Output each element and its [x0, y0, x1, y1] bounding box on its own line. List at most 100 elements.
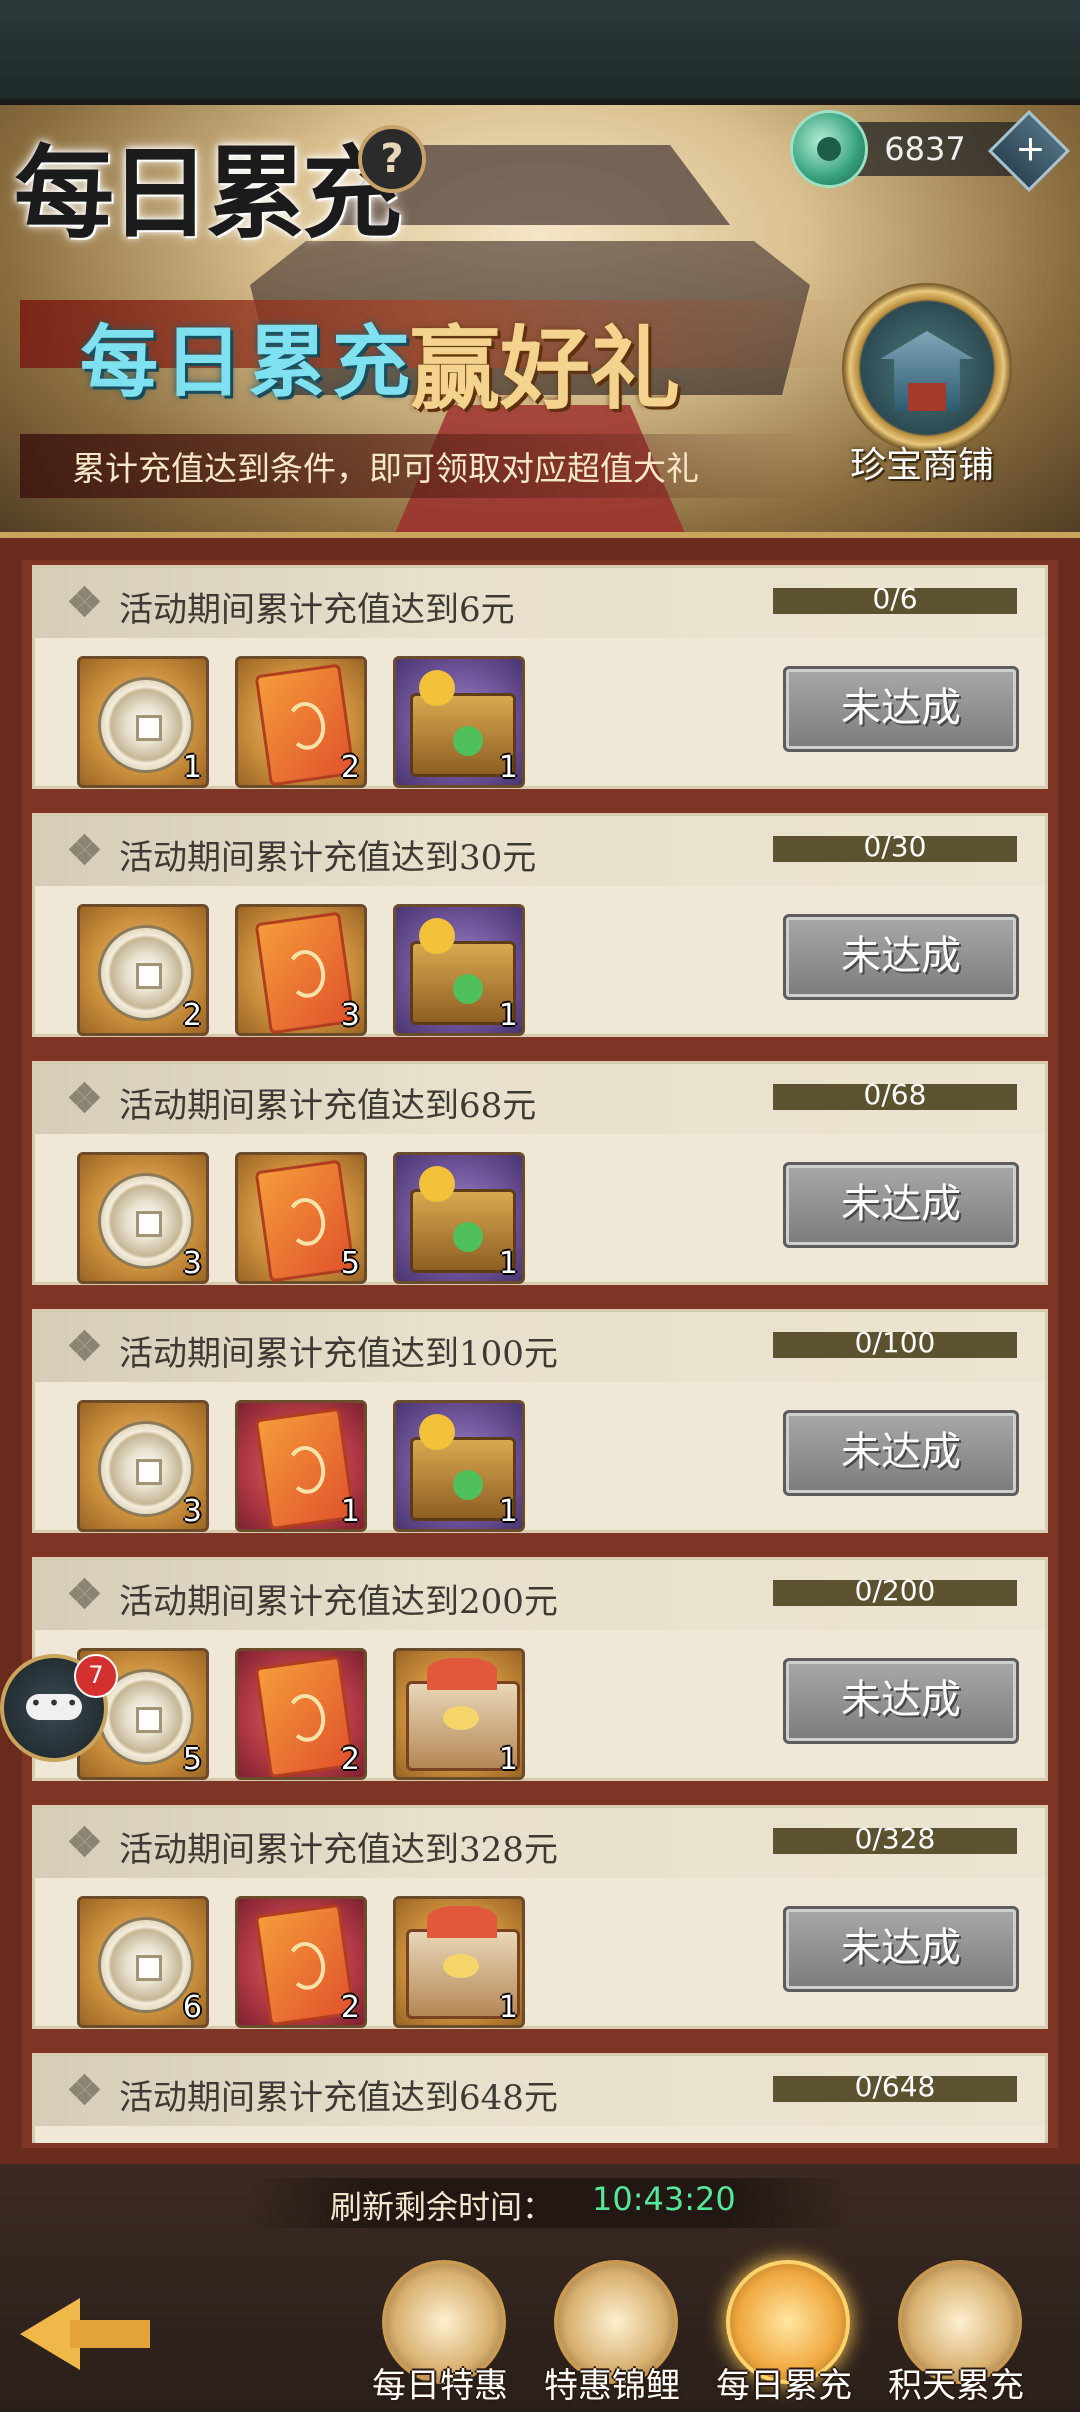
- reward-tier-card: 活动期间累计充值达到200元 0/200 5 2 1 未达成: [32, 1557, 1048, 1781]
- copper-coin-icon: [98, 1173, 194, 1269]
- tab-daily-recharge[interactable]: 每日累充: [704, 2250, 864, 2410]
- tab-label: 每日累充: [716, 2366, 852, 2406]
- reward-item[interactable]: 1: [235, 1400, 367, 1532]
- reward-tier-card: 活动期间累计充值达到648元 0/648: [32, 2053, 1048, 2143]
- claim-button[interactable]: 未达成: [783, 1410, 1019, 1496]
- progress-bar: 0/100: [773, 1326, 1017, 1359]
- reward-count: 2: [340, 1742, 360, 1777]
- refresh-timer-label: 刷新剩余时间：: [330, 2188, 555, 2226]
- diamond-ornament-icon: [68, 585, 101, 618]
- reward-tier-card: 活动期间累计充值达到6元 0/6 1 2 1 未达成: [32, 565, 1048, 789]
- diamond-ornament-icon: [68, 1081, 101, 1114]
- progress-text: 0/6: [872, 582, 918, 615]
- reward-count: 2: [182, 998, 202, 1033]
- progress-text: 0/200: [854, 1574, 936, 1607]
- reward-item[interactable]: 1: [393, 1648, 525, 1780]
- reward-count: 3: [182, 1494, 202, 1529]
- reward-item[interactable]: 6: [77, 1896, 209, 2028]
- progress-bar: 0/6: [773, 582, 1017, 615]
- top-status-area: [0, 0, 1080, 105]
- reward-count: 1: [498, 1246, 518, 1281]
- reward-item[interactable]: 1: [393, 904, 525, 1036]
- jade-coin-icon: [790, 110, 868, 188]
- reward-count: 1: [498, 998, 518, 1033]
- reward-item[interactable]: 2: [235, 656, 367, 788]
- plus-icon: +: [1015, 128, 1046, 170]
- copper-coin-icon: [98, 677, 194, 773]
- tier-title: 活动期间累计充值达到6元: [119, 590, 515, 630]
- reward-item[interactable]: 1: [393, 1400, 525, 1532]
- reward-item[interactable]: 3: [77, 1152, 209, 1284]
- tier-title: 活动期间累计充值达到648元: [119, 2078, 558, 2118]
- tier-title: 活动期间累计充值达到30元: [119, 838, 537, 878]
- reward-item[interactable]: 1: [393, 1896, 525, 2028]
- reward-item[interactable]: 5: [235, 1152, 367, 1284]
- reward-count: 1: [182, 750, 202, 785]
- reward-tier-card: 活动期间累计充值达到68元 0/68 3 5 1 未达成: [32, 1061, 1048, 1285]
- claim-button-label: 未达成: [841, 1925, 961, 1971]
- reward-count: 1: [498, 1494, 518, 1529]
- back-arrow-shaft: [70, 2320, 150, 2348]
- reward-item[interactable]: 2: [235, 1648, 367, 1780]
- progress-bar: 0/648: [773, 2070, 1017, 2103]
- progress-text: 0/68: [863, 1078, 927, 1111]
- reward-count: 5: [340, 1246, 360, 1281]
- headline-text: 每日累充: [80, 317, 417, 408]
- reward-item[interactable]: 2: [77, 904, 209, 1036]
- claim-button[interactable]: 未达成: [783, 1906, 1019, 1992]
- copper-coin-icon: [98, 1421, 194, 1517]
- tier-title: 活动期间累计充值达到100元: [119, 1334, 558, 1374]
- reward-count: 1: [498, 1990, 518, 2025]
- help-button[interactable]: ?: [358, 125, 426, 193]
- treasure-shop-label[interactable]: 珍宝商铺: [850, 436, 994, 488]
- reward-item[interactable]: 1: [393, 656, 525, 788]
- progress-text: 0/328: [854, 1822, 936, 1855]
- claim-button[interactable]: 未达成: [783, 1658, 1019, 1744]
- currency-amount: 6837: [884, 130, 966, 168]
- progress-bar: 0/328: [773, 1822, 1017, 1855]
- chat-bubble-icon: [26, 1691, 82, 1720]
- diamond-ornament-icon: [68, 1577, 101, 1610]
- claim-button[interactable]: 未达成: [783, 666, 1019, 752]
- reward-count: 2: [340, 750, 360, 785]
- tab-label: 特惠锦鲤: [544, 2366, 680, 2406]
- tier-title: 活动期间累计充值达到68元: [119, 1086, 537, 1126]
- copper-coin-icon: [98, 1917, 194, 2013]
- reward-count: 1: [498, 1742, 518, 1777]
- shop-door: [908, 383, 946, 411]
- reward-item[interactable]: 1: [393, 1152, 525, 1284]
- claim-button[interactable]: 未达成: [783, 1162, 1019, 1248]
- claim-button-label: 未达成: [841, 685, 961, 731]
- reward-item[interactable]: 3: [235, 904, 367, 1036]
- progress-bar: 0/200: [773, 1574, 1017, 1607]
- reward-tier-list[interactable]: 活动期间累计充值达到6元 0/6 1 2 1 未达成 活动期间累计充值达到30元 0/30 2 3…: [32, 565, 1048, 2143]
- headline-emphasis: 赢好礼: [410, 316, 680, 422]
- reward-count: 6: [182, 1990, 202, 2025]
- tab-label: 积天累充: [888, 2366, 1024, 2406]
- tab-daily-deal[interactable]: 每日特惠: [360, 2250, 520, 2410]
- tab-cumulative-recharge[interactable]: 积天累充: [876, 2250, 1036, 2410]
- diamond-ornament-icon: [68, 1329, 101, 1362]
- reward-item[interactable]: 2: [235, 1896, 367, 2028]
- tier-header: 活动期间累计充值达到648元 0/648: [35, 2056, 1045, 2126]
- claim-button[interactable]: 未达成: [783, 914, 1019, 1000]
- tier-header: 活动期间累计充值达到6元 0/6: [35, 568, 1045, 638]
- tab-label: 每日特惠: [372, 2366, 508, 2406]
- reward-count: 1: [340, 1494, 360, 1529]
- chat-unread-badge: 7: [74, 1654, 118, 1698]
- copper-coin-icon: [98, 925, 194, 1021]
- question-mark-icon: ?: [380, 136, 404, 182]
- tab-koi-deal[interactable]: 特惠锦鲤: [532, 2250, 692, 2410]
- claim-button-label: 未达成: [841, 1429, 961, 1475]
- reward-item[interactable]: 1: [77, 656, 209, 788]
- tier-header: 活动期间累计充值达到328元 0/328: [35, 1808, 1045, 1878]
- diamond-ornament-icon: [68, 1825, 101, 1858]
- back-button[interactable]: [0, 2268, 160, 2398]
- reward-item[interactable]: 3: [77, 1400, 209, 1532]
- reward-count: 5: [182, 1742, 202, 1777]
- progress-text: 0/30: [863, 830, 927, 863]
- reward-count: 2: [340, 1990, 360, 2025]
- reward-tier-card: 活动期间累计充值达到100元 0/100 3 1 1 未达成: [32, 1309, 1048, 1533]
- diamond-ornament-icon: [68, 2073, 101, 2106]
- treasure-shop-button[interactable]: [842, 283, 1012, 453]
